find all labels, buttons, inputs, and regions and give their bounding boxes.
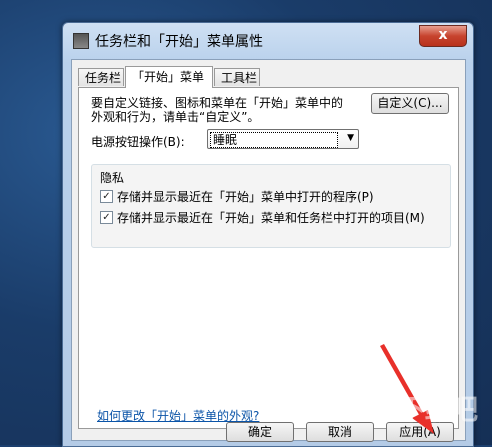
annotation-arrow-icon bbox=[380, 344, 434, 434]
tab-start-menu[interactable]: 「开始」菜单 bbox=[125, 66, 213, 88]
watermark-logo-icon: 下载吧 bbox=[398, 393, 478, 426]
